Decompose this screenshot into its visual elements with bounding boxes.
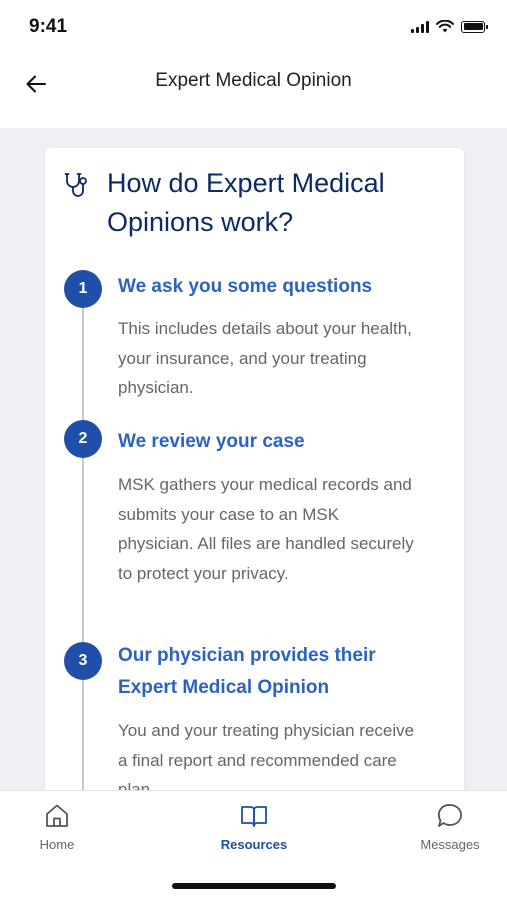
content-area[interactable]: How do Expert Medical Opinions work? 1 W… — [0, 128, 507, 790]
chat-bubble-icon — [437, 804, 462, 827]
home-indicator[interactable] — [172, 883, 336, 889]
nav-header: Expert Medical Opinion — [0, 56, 507, 128]
card-title: How do Expert Medical Opinions work? — [107, 168, 385, 237]
wifi-icon — [436, 20, 454, 33]
status-bar: 9:41 — [0, 0, 507, 56]
home-icon — [46, 804, 68, 827]
step-description: You and your treating physician receive … — [118, 721, 415, 790]
status-time: 9:41 — [29, 16, 68, 37]
tab-label: Home — [39, 837, 75, 852]
step-title: We review your case — [118, 431, 305, 452]
step-description: MSK gathers your medical records and sub… — [118, 475, 414, 583]
tab-label: Messages — [420, 837, 480, 852]
step-number-badge: 3 — [64, 642, 102, 680]
tab-bar: Home Resources Messages — [0, 790, 507, 900]
tab-label: Resources — [220, 837, 288, 852]
step-description: This includes details about your health,… — [118, 319, 412, 397]
step-title: Our physician provides their Expert Medi… — [118, 645, 376, 698]
tab-home[interactable]: Home — [7, 801, 107, 852]
page-title: Expert Medical Opinion — [155, 70, 352, 91]
step-number-badge: 1 — [64, 270, 102, 308]
tab-messages[interactable]: Messages — [400, 801, 500, 852]
status-icons — [411, 20, 488, 33]
step-number-badge: 2 — [64, 420, 102, 458]
info-card: How do Expert Medical Opinions work? 1 W… — [45, 148, 464, 790]
tab-resources[interactable]: Resources — [204, 801, 304, 852]
book-icon — [241, 806, 267, 827]
step-title: We ask you some questions — [118, 276, 373, 297]
stethoscope-icon — [64, 173, 87, 197]
cellular-signal-icon — [411, 20, 429, 33]
battery-icon — [461, 20, 488, 33]
timeline-line — [82, 288, 84, 790]
